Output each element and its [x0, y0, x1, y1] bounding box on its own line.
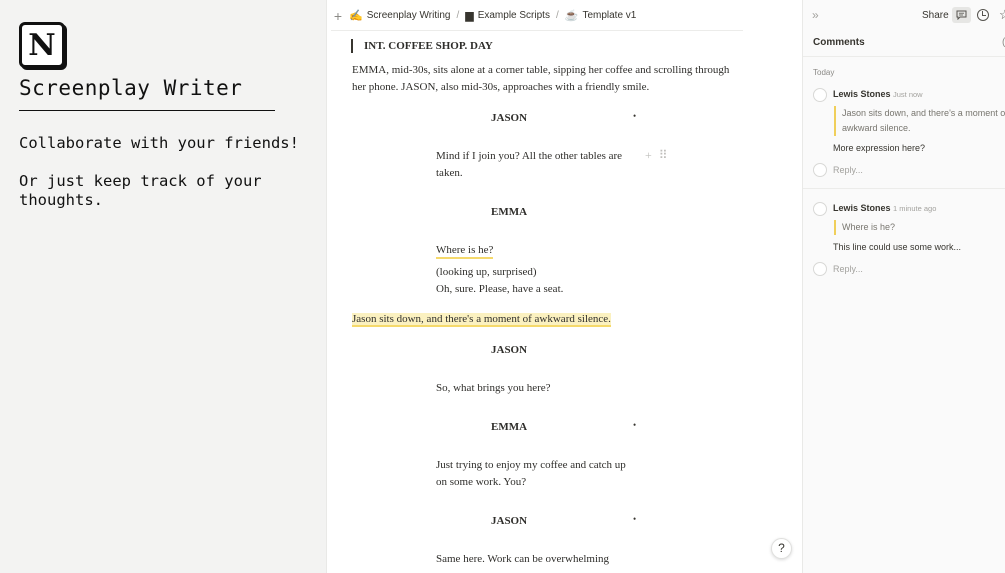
- document-area: + ✍ Screenplay Writing / ▆ Example Scrip…: [326, 0, 802, 573]
- avatar: [813, 88, 827, 102]
- dialogue-line: taken.: [436, 167, 463, 179]
- breadcrumb-separator: /: [555, 10, 559, 21]
- character-name[interactable]: EMMA: [491, 421, 527, 433]
- promo-panel: N Screenplay Writer Collaborate with you…: [0, 0, 326, 573]
- breadcrumb-item[interactable]: ▆ Example Scripts: [465, 9, 550, 22]
- quote-line: Where is he?: [842, 222, 896, 232]
- panel-title: Comments: [813, 37, 865, 48]
- action-block[interactable]: Jason sits down, and there's a moment of…: [352, 311, 748, 328]
- promo-paragraph: Or just keep track of your thoughts.: [19, 172, 262, 209]
- comment-body: More expression here?: [833, 143, 926, 153]
- comment-time: 1 minute ago: [893, 204, 937, 213]
- promo-divider: [19, 110, 275, 111]
- computer-icon: ▆: [465, 10, 474, 22]
- comment-author: Lewis Stones: [833, 203, 891, 213]
- promo-body: Collaborate with your friends! Or just k…: [19, 134, 309, 229]
- header-divider: [331, 30, 743, 31]
- character-name[interactable]: JASON: [491, 344, 527, 356]
- comment-body: This line could use some work...: [833, 242, 962, 252]
- dialogue-line[interactable]: Oh, sure. Please, have a seat.: [436, 281, 641, 298]
- panel-divider: [803, 56, 1005, 57]
- reply-input[interactable]: Reply...: [833, 165, 863, 175]
- character-name[interactable]: JASON: [491, 515, 527, 527]
- character-name[interactable]: EMMA: [491, 206, 527, 218]
- action-line: her phone. JASON, also mid-30s, approach…: [352, 81, 650, 93]
- add-icon[interactable]: +: [331, 8, 345, 24]
- breadcrumb: + ✍ Screenplay Writing / ▆ Example Scrip…: [327, 0, 803, 31]
- drag-handle-icon[interactable]: + ⠿: [645, 148, 670, 163]
- avatar: [813, 262, 827, 276]
- dialogue-line[interactable]: Same here. Work can be overwhelming: [436, 551, 641, 568]
- commented-text[interactable]: Jason sits down, and there's a moment of…: [352, 313, 611, 327]
- dialogue-block[interactable]: Where is he?: [436, 242, 641, 259]
- comments-button[interactable]: [952, 7, 971, 23]
- coffee-icon: ☕: [564, 10, 579, 22]
- scene-heading[interactable]: INT. COFFEE SHOP. DAY: [351, 39, 493, 53]
- comment-quote[interactable]: Where is he?: [834, 220, 895, 235]
- reply-input[interactable]: Reply...: [833, 264, 863, 274]
- quote-line: awkward silence.: [842, 123, 911, 133]
- dialogue-line: Mind if I join you? All the other tables…: [436, 150, 623, 162]
- dialogue-line: Just trying to enjoy my coffee and catch…: [436, 459, 626, 471]
- breadcrumb-label: Example Scripts: [477, 10, 550, 21]
- dialogue-block[interactable]: Just trying to enjoy my coffee and catch…: [436, 457, 641, 491]
- help-button[interactable]: ?: [771, 538, 792, 559]
- breadcrumb-item[interactable]: ✍ Screenplay Writing: [349, 9, 450, 22]
- avatar: [813, 163, 827, 177]
- comment-marker-icon[interactable]: •: [633, 111, 636, 121]
- thread-divider: [803, 188, 1005, 189]
- action-block[interactable]: EMMA, mid-30s, sits alone at a corner ta…: [352, 62, 748, 96]
- promo-paragraph: Collaborate with your friends!: [19, 134, 299, 152]
- comment-author: Lewis Stones: [833, 89, 891, 99]
- comments-panel: » Share ☆ Comments ( Today Lewis Stones …: [802, 0, 1005, 573]
- comment-icon: [956, 10, 967, 20]
- avatar: [813, 202, 827, 216]
- writing-hand-icon: ✍: [349, 10, 363, 22]
- comment-marker-icon[interactable]: •: [633, 514, 636, 524]
- action-line: EMMA, mid-30s, sits alone at a corner ta…: [352, 64, 730, 76]
- promo-title: Screenplay Writer: [19, 76, 243, 100]
- dialogue-block[interactable]: Mind if I join you? All the other tables…: [436, 148, 641, 182]
- date-group-label: Today: [813, 68, 835, 77]
- character-name[interactable]: JASON: [491, 112, 527, 124]
- collapse-panel-icon[interactable]: »: [812, 8, 819, 22]
- comment-quote[interactable]: Jason sits down, and there's a moment o …: [834, 106, 1005, 136]
- breadcrumb-label: Screenplay Writing: [366, 10, 451, 21]
- comment-marker-icon[interactable]: •: [633, 420, 636, 430]
- dialogue-line: on some work. You?: [436, 476, 527, 488]
- favorite-star-icon[interactable]: ☆: [999, 7, 1005, 23]
- notion-logo: N: [19, 22, 65, 68]
- commented-text[interactable]: Where is he?: [436, 244, 494, 259]
- breadcrumb-label: Template v1: [582, 10, 637, 21]
- history-clock-icon[interactable]: [977, 9, 989, 21]
- share-button[interactable]: Share: [922, 10, 949, 21]
- parenthetical[interactable]: (looking up, surprised): [436, 264, 537, 281]
- comment-time: Just now: [893, 90, 923, 99]
- dialogue-line[interactable]: So, what brings you here?: [436, 380, 641, 397]
- breadcrumb-item[interactable]: ☕ Template v1: [565, 9, 637, 22]
- panel-toolbar: » Share ☆: [803, 0, 1005, 31]
- breadcrumb-separator: /: [456, 10, 460, 21]
- quote-line: Jason sits down, and there's a moment o: [842, 108, 1005, 118]
